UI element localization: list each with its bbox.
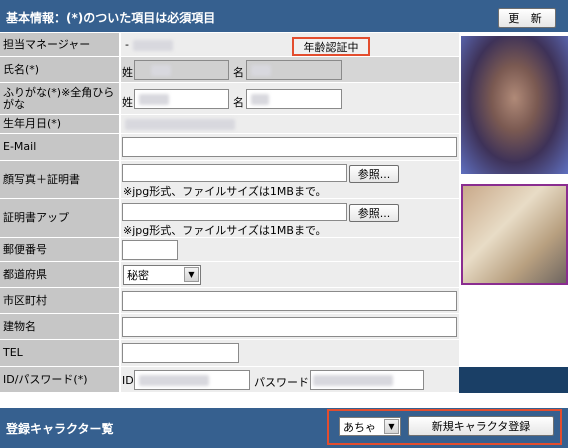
certificate-photo (461, 184, 568, 285)
character-selected: あちゃ (343, 420, 376, 434)
pw-prefix: パスワード (254, 376, 309, 389)
idpw-value: ID パスワード (121, 367, 459, 393)
id-prefix: ID (122, 374, 134, 387)
profile-photo (461, 36, 568, 174)
birthday-value (121, 115, 459, 134)
city-field[interactable] (122, 291, 457, 311)
photo-cert-label: 顔写真＋証明書 (0, 161, 120, 199)
cert-upload-browse-button[interactable]: 参照... (349, 204, 399, 222)
building-label: 建物名 (0, 314, 120, 340)
name-value: 姓 名 (121, 57, 459, 83)
photo-cert-value: 参照... ※jpg形式、ファイルサイズは1MBまで。 (121, 161, 459, 199)
idpw-label: ID/パスワード(*) (0, 367, 120, 393)
email-field[interactable] (122, 137, 457, 157)
prefecture-label: 都道府県 (0, 262, 120, 288)
email-label: E-Mail (0, 134, 120, 161)
postal-code-field[interactable] (122, 240, 178, 260)
first-name-field[interactable] (246, 60, 342, 80)
birthday-label: 生年月日(*) (0, 115, 120, 134)
manager-dash: - (125, 38, 129, 51)
update-button[interactable]: 更 新 (498, 8, 556, 28)
name-label: 氏名(*) (0, 57, 120, 83)
cert-upload-note: ※jpg形式、ファイルサイズは1MBまで。 (123, 224, 327, 237)
last-name-field[interactable] (134, 60, 229, 80)
postal-value (121, 238, 459, 262)
photo-cert-browse-button[interactable]: 参照... (349, 165, 399, 183)
photo-cert-file-field[interactable] (122, 164, 347, 182)
city-value (121, 288, 459, 314)
furigana-label: ふりがな(*)※全角ひらがな (0, 83, 120, 115)
cert-upload-file-field[interactable] (122, 203, 347, 221)
furigana-mei-label: 名 (233, 96, 244, 109)
tel-field[interactable] (122, 343, 239, 363)
furigana-value: 姓 名 (121, 83, 459, 115)
chevron-down-icon: ▼ (184, 267, 199, 282)
tel-value (121, 340, 459, 367)
prefecture-select[interactable]: 秘密 ▼ (123, 265, 201, 285)
birthday-blurred (125, 119, 235, 130)
age-verification-badge: 年齢認証中 (292, 37, 370, 56)
last-name-kana-field[interactable] (134, 89, 229, 109)
basic-info-header: 基本情報：(*)のついた項目は必須項目 (0, 0, 568, 33)
character-list-title: 登録キャラクター覧 (6, 422, 114, 436)
email-value (121, 134, 459, 161)
name-sei-label: 姓 (122, 66, 133, 79)
chevron-down-icon: ▼ (384, 419, 399, 434)
cert-upload-value: 参照... ※jpg形式、ファイルサイズは1MBまで。 (121, 199, 459, 238)
register-character-button[interactable]: 新規キャラクタ登録 (408, 416, 554, 436)
manager-value: - (121, 33, 459, 57)
section-title: 基本情報：(*)のついた項目は必須項目 (6, 11, 216, 25)
cert-upload-label: 証明書アップ (0, 199, 120, 238)
first-name-kana-field[interactable] (246, 89, 342, 109)
prefecture-selected: 秘密 (127, 269, 149, 282)
photo-cert-note: ※jpg形式、ファイルサイズは1MBまで。 (123, 185, 327, 198)
manager-name-blurred (133, 40, 173, 51)
building-field[interactable] (122, 317, 457, 337)
building-value (121, 314, 459, 340)
dark-filler (459, 367, 568, 393)
city-label: 市区町村 (0, 288, 120, 314)
character-select[interactable]: あちゃ ▼ (339, 417, 401, 436)
name-mei-label: 名 (233, 66, 244, 79)
postal-label: 郵便番号 (0, 238, 120, 262)
furigana-sei-label: 姓 (122, 96, 133, 109)
manager-label: 担当マネージャー (0, 33, 120, 57)
login-id-field[interactable] (134, 370, 250, 390)
tel-label: TEL (0, 340, 120, 367)
password-field[interactable] (310, 370, 424, 390)
